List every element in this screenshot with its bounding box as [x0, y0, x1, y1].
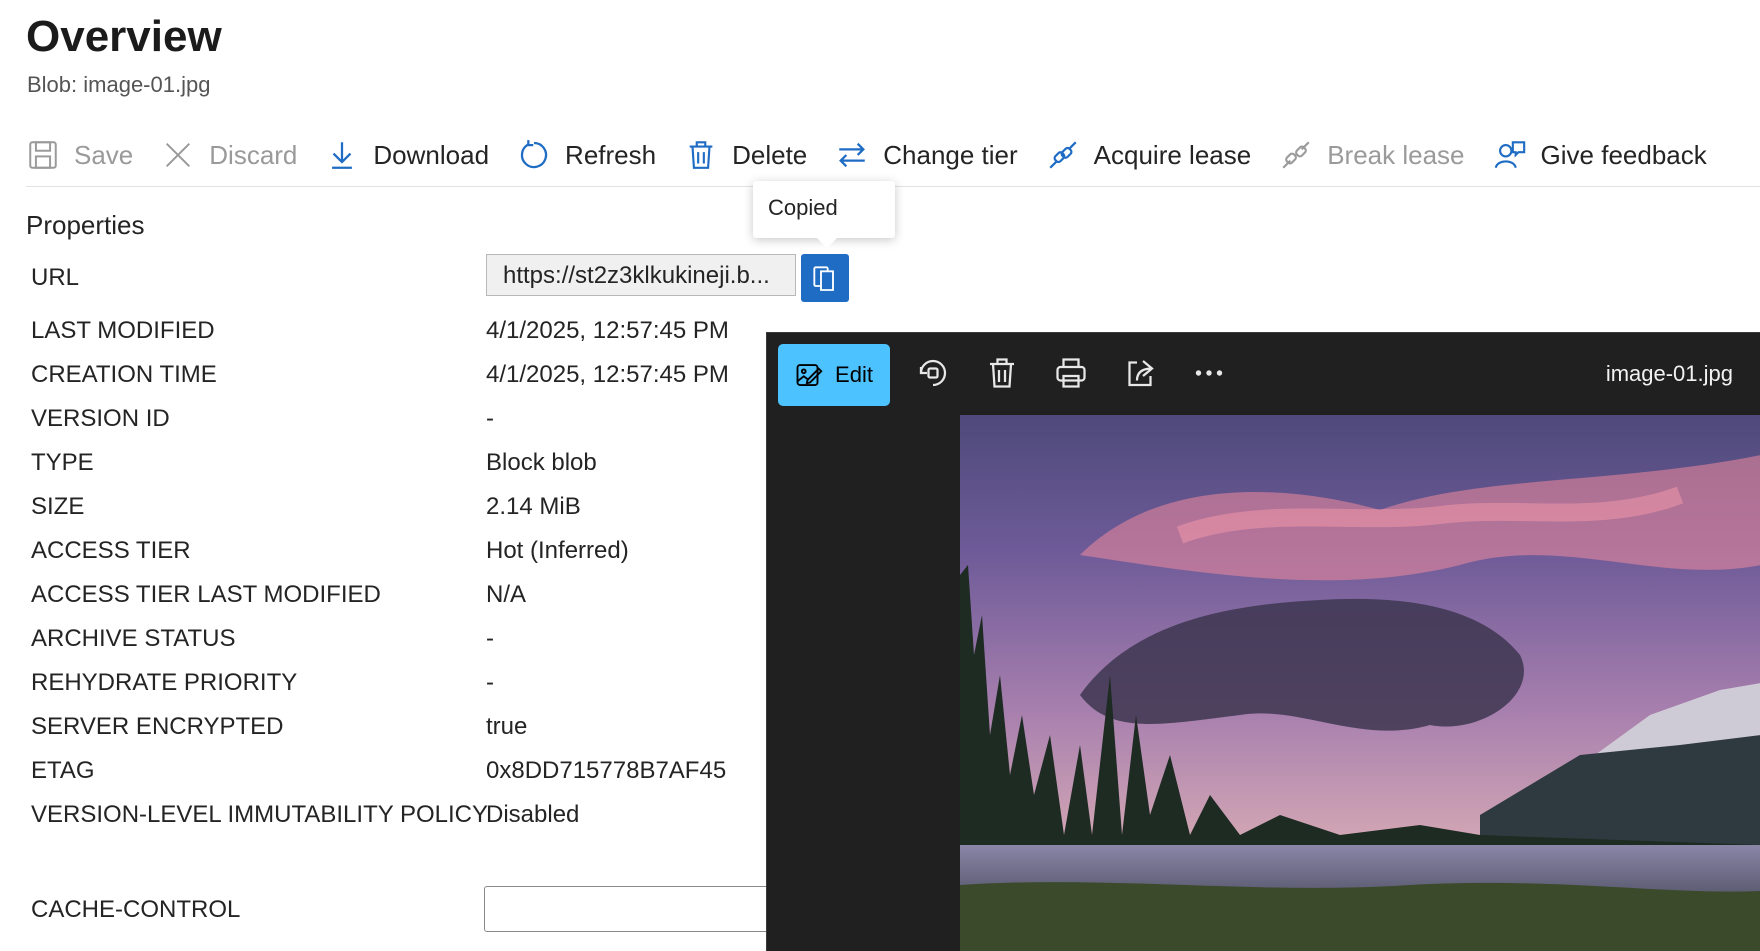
swap-arrows-icon	[839, 142, 866, 168]
photo-image	[960, 415, 1760, 951]
acquire-lease-label: Acquire lease	[1093, 139, 1252, 170]
close-icon	[166, 142, 191, 168]
download-button[interactable]: Download	[325, 138, 489, 172]
change-tier-button[interactable]: Change tier	[835, 138, 1018, 172]
edit-label: Edit	[835, 362, 873, 387]
command-bar: Save Discard Download Refresh Delete Cha…	[26, 128, 1735, 182]
change-tier-label: Change tier	[883, 139, 1018, 170]
prop-value-archive-status: -	[486, 625, 494, 652]
prop-label-etag: ETAG	[31, 757, 95, 784]
prop-value-type: Block blob	[486, 449, 597, 476]
prop-value-last-modified: 4/1/2025, 12:57:45 PM	[486, 317, 729, 344]
broken-link-icon	[1282, 141, 1310, 169]
edit-icon	[796, 364, 823, 386]
viewer-filename: image-01.jpg	[1605, 361, 1733, 386]
prop-label-size: SIZE	[31, 493, 85, 520]
edit-button[interactable]: Edit	[778, 344, 890, 406]
save-button[interactable]: Save	[26, 138, 133, 172]
prop-label-rehydrate-priority: REHYDRATE PRIORITY	[31, 669, 298, 696]
feedback-icon	[1494, 141, 1525, 169]
viewer-toolbar: Edit image-01.jpg	[767, 333, 1760, 415]
cache-control-input[interactable]	[484, 886, 784, 932]
discard-button[interactable]: Discard	[161, 138, 297, 172]
acquire-lease-button[interactable]: Acquire lease	[1046, 138, 1252, 172]
save-label: Save	[74, 139, 134, 170]
prop-label-archive-status: ARCHIVE STATUS	[31, 625, 236, 652]
trash-icon	[990, 358, 1014, 388]
break-lease-button[interactable]: Break lease	[1279, 138, 1465, 172]
prop-label-access-tier: ACCESS TIER	[31, 537, 191, 564]
copy-url-button[interactable]	[801, 254, 849, 302]
rotate-icon	[919, 359, 947, 387]
refresh-button[interactable]: Refresh	[517, 138, 656, 172]
prop-value-rehydrate-priority: -	[486, 669, 494, 696]
save-icon	[29, 141, 57, 169]
give-feedback-label: Give feedback	[1540, 139, 1707, 170]
url-label: URL	[31, 264, 80, 291]
prop-value-server-encrypted: true	[486, 713, 528, 740]
cache-control-label: CACHE-CONTROL	[31, 896, 241, 923]
tooltip-arrow	[815, 236, 839, 248]
prop-value-etag: 0x8DD715778B7AF45	[486, 757, 727, 784]
share-button[interactable]	[1122, 355, 1158, 391]
more-button[interactable]	[1191, 355, 1227, 391]
prop-value-immutability-policy: Disabled	[486, 801, 580, 828]
delete-label: Delete	[732, 139, 808, 170]
download-icon	[332, 142, 353, 169]
share-icon	[1128, 360, 1154, 387]
prop-value-access-tier: Hot (Inferred)	[486, 537, 629, 564]
prop-value-access-tier-last-modified: N/A	[486, 581, 527, 608]
prop-label-access-tier-last-modified: ACCESS TIER LAST MODIFIED	[31, 581, 381, 608]
refresh-icon	[520, 140, 548, 169]
discard-label: Discard	[209, 139, 298, 170]
prop-label-type: TYPE	[31, 449, 94, 476]
page-subtitle: Blob: image-01.jpg	[27, 72, 211, 97]
prop-label-version-id: VERSION ID	[31, 405, 170, 432]
prop-label-server-encrypted: SERVER ENCRYPTED	[31, 713, 284, 740]
page-title: Overview	[26, 12, 222, 61]
refresh-label: Refresh	[565, 139, 657, 170]
url-field[interactable]: https://st2z3klkukineji.b...	[486, 254, 796, 296]
copied-tooltip: Copied	[753, 181, 895, 238]
link-icon	[1049, 141, 1077, 169]
print-icon	[1056, 358, 1086, 388]
prop-label-last-modified: LAST MODIFIED	[31, 317, 215, 344]
break-lease-label: Break lease	[1327, 139, 1465, 170]
give-feedback-button[interactable]: Give feedback	[1493, 138, 1707, 172]
prop-value-size: 2.14 MiB	[486, 493, 581, 520]
download-label: Download	[373, 139, 490, 170]
photo-viewer-window: Edit image-01.jpg	[766, 332, 1760, 951]
delete-button[interactable]: Delete	[684, 138, 807, 172]
viewer-delete-button[interactable]	[984, 355, 1020, 391]
print-button[interactable]	[1053, 355, 1089, 391]
trash-icon	[689, 141, 713, 169]
prop-value-creation-time: 4/1/2025, 12:57:45 PM	[486, 361, 729, 388]
prop-value-version-id: -	[486, 405, 494, 432]
properties-heading: Properties	[26, 210, 145, 240]
rotate-button[interactable]	[915, 355, 951, 391]
prop-label-creation-time: CREATION TIME	[31, 361, 217, 388]
copy-icon	[813, 266, 834, 291]
prop-label-immutability-policy: VERSION-LEVEL IMMUTABILITY POLICY	[31, 801, 489, 828]
more-icon	[1195, 370, 1223, 376]
